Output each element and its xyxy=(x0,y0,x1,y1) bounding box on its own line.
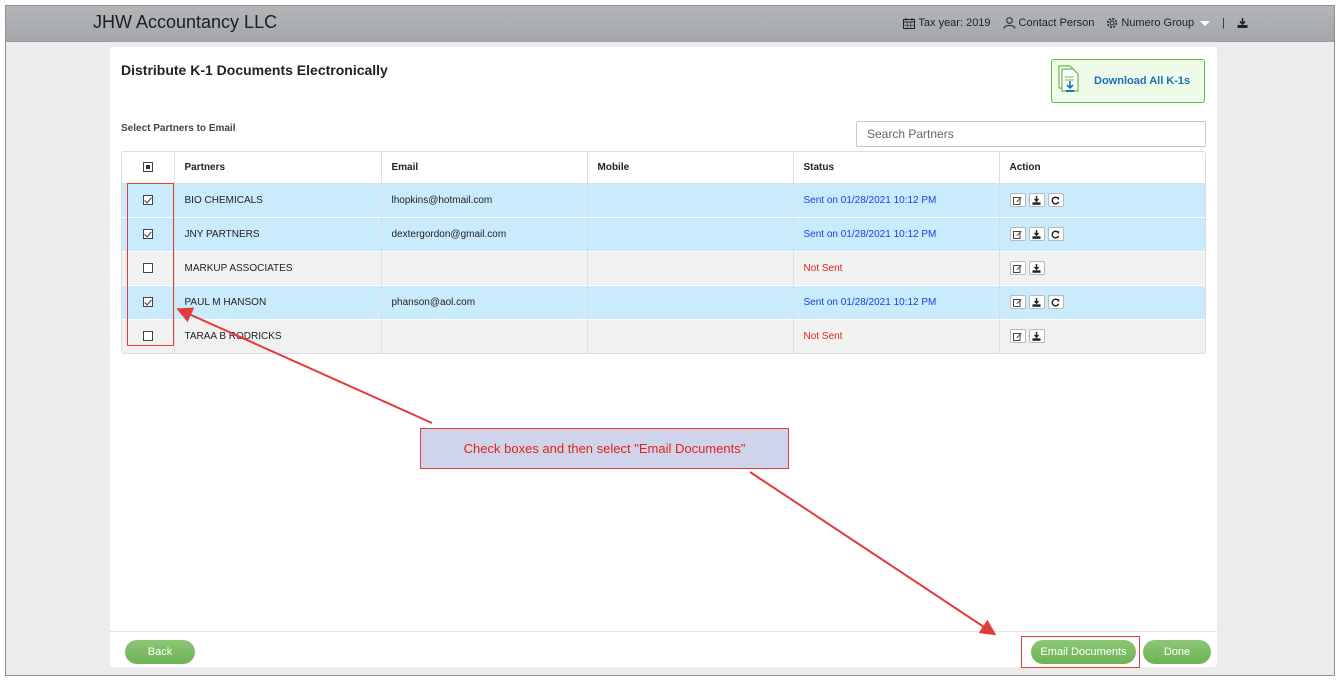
tax-year-item[interactable]: Tax year: 2019 xyxy=(903,17,991,29)
document-download-icon xyxy=(1056,64,1082,99)
gear-icon xyxy=(1106,17,1118,29)
top-bar: JHW Accountancy LLC Tax year: 2019 Conta… xyxy=(6,6,1334,42)
edit-icon[interactable] xyxy=(1009,227,1026,241)
back-button[interactable]: Back xyxy=(125,640,195,664)
download-icon[interactable] xyxy=(1028,295,1045,309)
status-cell: Sent on 01/28/2021 10:12 PM xyxy=(793,216,1000,251)
status-cell: Not Sent xyxy=(793,250,1000,285)
email-documents-button[interactable]: Email Documents xyxy=(1031,640,1136,664)
edit-icon[interactable] xyxy=(1009,261,1026,275)
row-checkbox[interactable] xyxy=(142,262,153,273)
row-actions xyxy=(1009,295,1198,309)
mobile-cell xyxy=(587,216,794,251)
done-button[interactable]: Done xyxy=(1143,640,1211,664)
download-icon[interactable] xyxy=(1028,261,1045,275)
refresh-icon[interactable] xyxy=(1047,295,1064,309)
table-row[interactable]: JNY PARTNERS dextergordon@gmail.com Sent o… xyxy=(122,216,1205,251)
email-cell xyxy=(381,250,588,285)
table-row[interactable]: PAUL M HANSON phanson@aol.com Sent on 01/2… xyxy=(122,284,1205,319)
user-icon xyxy=(1003,17,1016,29)
status-cell: Not Sent xyxy=(793,318,1000,353)
column-header-action: Action xyxy=(999,152,1205,184)
status-cell: Sent on 01/28/2021 10:12 PM xyxy=(793,183,1000,217)
row-checkbox[interactable] xyxy=(142,331,153,342)
section-label: Select Partners to Email xyxy=(121,123,236,134)
footer-divider xyxy=(110,631,1217,632)
nav-separator: | xyxy=(1222,17,1225,29)
column-header-status: Status xyxy=(793,152,1000,184)
email-cell: dextergordon@gmail.com xyxy=(381,216,588,251)
group-dropdown[interactable]: Numero Group xyxy=(1106,17,1211,29)
row-checkbox-cell xyxy=(122,318,175,353)
group-label: Numero Group xyxy=(1121,17,1195,29)
mobile-cell xyxy=(587,250,794,285)
download-icon[interactable] xyxy=(1237,18,1248,28)
download-icon[interactable] xyxy=(1028,329,1045,344)
contact-person-label: Contact Person xyxy=(1018,17,1095,29)
row-checkbox[interactable] xyxy=(142,228,153,239)
search-partners-input[interactable] xyxy=(856,121,1206,147)
email-cell xyxy=(381,318,588,353)
partner-name-cell: JNY PARTNERS xyxy=(174,216,382,251)
partner-name-cell: MARKUP ASSOCIATES xyxy=(174,250,382,285)
table-header-row: Partners Email Mobile Status Action xyxy=(122,152,1205,184)
row-checkbox-cell xyxy=(122,250,175,285)
row-actions xyxy=(1009,227,1198,241)
row-checkbox[interactable] xyxy=(142,194,153,205)
partner-name-cell: PAUL M HANSON xyxy=(174,284,382,319)
top-nav: Tax year: 2019 Contact Person Numero Gro… xyxy=(903,17,1248,29)
edit-icon[interactable] xyxy=(1009,329,1026,344)
refresh-icon[interactable] xyxy=(1047,227,1064,241)
download-icon[interactable] xyxy=(1028,227,1045,241)
app-title: JHW Accountancy LLC xyxy=(93,12,278,32)
action-cell xyxy=(999,216,1205,251)
table-row[interactable]: TARAA B RODRICKS Not Sent xyxy=(122,318,1205,353)
column-header-partners: Partners xyxy=(174,152,382,184)
partners-table: Partners Email Mobile Status Action BIO … xyxy=(121,151,1206,354)
action-cell xyxy=(999,250,1205,285)
page-title: Distribute K-1 Documents Electronically xyxy=(121,62,388,78)
download-all-label: Download All K-1s xyxy=(1094,75,1191,87)
partner-name-cell: BIO CHEMICALS xyxy=(174,183,382,217)
select-all-cell xyxy=(122,152,175,184)
mobile-cell xyxy=(587,318,794,353)
row-actions xyxy=(1009,329,1198,344)
row-checkbox-cell xyxy=(122,183,175,217)
partner-name-cell: TARAA B RODRICKS xyxy=(174,318,382,353)
action-cell xyxy=(999,318,1205,353)
row-checkbox[interactable] xyxy=(142,296,153,307)
refresh-icon[interactable] xyxy=(1047,193,1064,207)
edit-icon[interactable] xyxy=(1009,193,1026,207)
row-checkbox-cell xyxy=(122,216,175,251)
select-all-checkbox[interactable] xyxy=(142,162,153,173)
email-cell: phanson@aol.com xyxy=(381,284,588,319)
action-cell xyxy=(999,284,1205,319)
tax-year-label: Tax year: 2019 xyxy=(918,17,991,29)
table-row[interactable]: BIO CHEMICALS lhopkins@hotmail.com Sent on… xyxy=(122,183,1205,217)
annotation-callout: Check boxes and then select "Email Docum… xyxy=(420,428,789,469)
main-card: Distribute K-1 Documents Electronically … xyxy=(110,47,1217,667)
row-checkbox-cell xyxy=(122,284,175,319)
table-row[interactable]: MARKUP ASSOCIATES Not Sent xyxy=(122,250,1205,285)
download-icon[interactable] xyxy=(1028,193,1045,207)
email-cell: lhopkins@hotmail.com xyxy=(381,183,588,217)
mobile-cell xyxy=(587,284,794,319)
download-all-button[interactable]: Download All K-1s xyxy=(1051,59,1205,103)
row-actions xyxy=(1009,261,1198,275)
action-cell xyxy=(999,183,1205,217)
calendar-icon xyxy=(903,17,916,29)
mobile-cell xyxy=(587,183,794,217)
column-header-mobile: Mobile xyxy=(587,152,794,184)
contact-person-item[interactable]: Contact Person xyxy=(1003,17,1095,29)
row-actions xyxy=(1009,193,1198,207)
status-cell: Sent on 01/28/2021 10:12 PM xyxy=(793,284,1000,319)
chevron-down-icon xyxy=(1200,20,1211,26)
edit-icon[interactable] xyxy=(1009,295,1026,309)
column-header-email: Email xyxy=(381,152,588,184)
